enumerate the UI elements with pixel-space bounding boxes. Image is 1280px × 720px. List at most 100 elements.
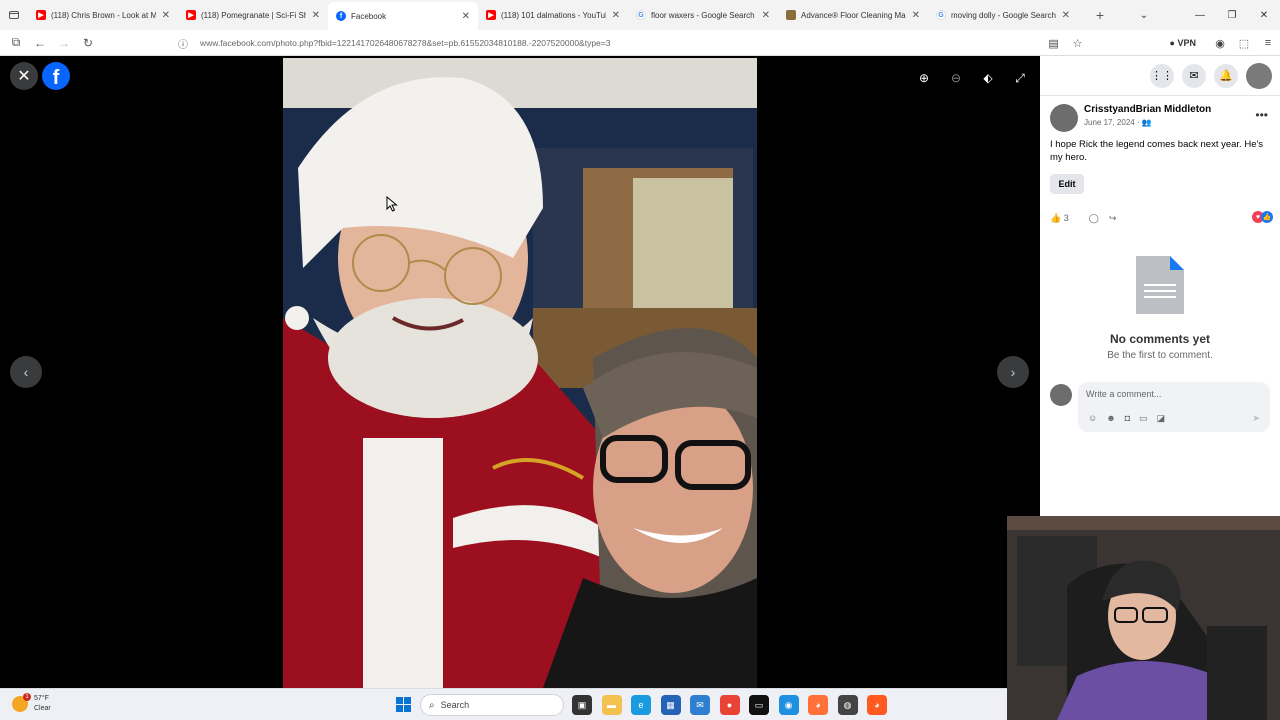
close-tab-icon[interactable]: ✕ xyxy=(612,10,620,21)
chrome-dev-icon[interactable]: ◉ xyxy=(778,695,799,715)
photo-image xyxy=(283,58,757,688)
browser-tab[interactable]: Advance® Floor Cleaning Machi... ✕ xyxy=(778,0,928,30)
photo-viewer: ✕ f ⊕ ⊖ ⬖ ⤢ ‹ › xyxy=(0,56,1040,688)
avatar-sticker-icon[interactable]: ☺ xyxy=(1088,413,1097,424)
zoom-in-icon[interactable]: ⊕ xyxy=(912,66,936,90)
like-button[interactable]: 👍 3 xyxy=(1050,213,1079,224)
profile-avatar[interactable] xyxy=(1246,62,1272,89)
edge-icon[interactable]: e xyxy=(631,695,651,715)
browser-tab[interactable]: ▶ (118) Chris Brown - Look at Me ✕ xyxy=(28,0,178,30)
previous-photo-button[interactable]: ‹ xyxy=(10,356,42,388)
close-tab-icon[interactable]: ✕ xyxy=(312,10,320,21)
photo[interactable] xyxy=(283,58,757,688)
tab-title: Facebook xyxy=(351,11,387,21)
browser-tab-active[interactable]: f Facebook ✕ xyxy=(328,2,478,30)
reader-view-icon[interactable]: ▤ xyxy=(1042,37,1066,50)
taskbar-search[interactable]: ⌕ Search xyxy=(420,694,564,716)
firefox-active-icon[interactable]: ◕ xyxy=(867,695,887,715)
address-bar[interactable]: ⓘ www.facebook.com/photo.php?fbid=122141… xyxy=(178,33,1082,53)
terminal-icon[interactable]: ▭ xyxy=(749,695,769,715)
tab-title: (118) Pomegranate | Sci-Fi Short xyxy=(201,10,306,20)
comment-input-box[interactable]: Write a comment... ☺ ☻ ◘ ▭ ◪ ➤ xyxy=(1078,382,1270,432)
close-tab-icon[interactable]: ✕ xyxy=(162,10,170,21)
browser-tab[interactable]: ▶ (118) Pomegranate | Sci-Fi Short ✕ xyxy=(178,0,328,30)
outlook-icon[interactable]: ✉ xyxy=(690,695,710,715)
like-count: 3 xyxy=(1063,212,1069,223)
taskbar: 1 57°F Clear ⌕ Search ▣ ▬ e ▦ ✉ ● ▭ ◉ ◕ … xyxy=(0,688,1007,720)
gif-icon[interactable]: ▭ xyxy=(1139,413,1148,424)
zoom-out-icon[interactable]: ⊖ xyxy=(944,66,968,90)
task-view-icon[interactable]: ▣ xyxy=(572,695,592,715)
fullscreen-icon[interactable]: ⤢ xyxy=(1008,66,1032,90)
emoji-icon[interactable]: ☻ xyxy=(1106,413,1115,424)
restore-icon[interactable]: ❐ xyxy=(1216,10,1248,21)
account-icon[interactable]: ◉ xyxy=(1208,37,1232,50)
vpn-button[interactable]: ● VPN xyxy=(1170,38,1196,48)
send-icon[interactable]: ➤ xyxy=(1252,413,1260,424)
obs-icon[interactable]: ◍ xyxy=(837,695,858,715)
post-panel: ⋮⋮ ✉ 🔔 CrisstyandBrian Middleton June 17… xyxy=(1040,56,1280,516)
post-date[interactable]: June 17, 2024 · 👥 xyxy=(1084,118,1211,127)
webcam-image xyxy=(1007,516,1280,720)
bookmark-icon[interactable]: ☆ xyxy=(1066,37,1090,50)
comment-composer: Write a comment... ☺ ☻ ◘ ▭ ◪ ➤ xyxy=(1050,382,1270,432)
tab-actions-icon[interactable] xyxy=(0,0,28,30)
extensions-icon[interactable]: ⬚ xyxy=(1232,37,1256,50)
messenger-icon[interactable]: ✉ xyxy=(1182,63,1206,88)
no-comments-subtitle: Be the first to comment. xyxy=(1107,350,1213,361)
sticker-icon[interactable]: ◪ xyxy=(1157,413,1166,424)
back-icon[interactable]: ← xyxy=(28,36,52,50)
store-icon[interactable]: ▦ xyxy=(660,695,681,715)
minimize-icon[interactable]: — xyxy=(1184,10,1216,21)
chrome-icon[interactable]: ● xyxy=(719,695,740,715)
menu-icon[interactable]: ≡ xyxy=(1256,37,1280,49)
google-icon: G xyxy=(936,10,946,20)
close-tab-icon[interactable]: ✕ xyxy=(762,10,770,21)
comment-icon[interactable]: ◯ xyxy=(1089,213,1099,224)
new-tab-icon[interactable]: + xyxy=(1088,7,1112,23)
navigation-bar: ⧉ ← → ↻ ⓘ www.facebook.com/photo.php?fbi… xyxy=(0,30,1280,56)
youtube-icon: ▶ xyxy=(486,10,496,20)
edit-button[interactable]: Edit xyxy=(1050,174,1084,194)
author-avatar[interactable] xyxy=(1050,104,1078,132)
friends-audience-icon: 👥 xyxy=(1141,118,1152,127)
document-icon xyxy=(1136,256,1184,314)
more-options-icon[interactable]: ••• xyxy=(1255,108,1268,122)
facebook-logo-icon[interactable]: f xyxy=(42,62,70,90)
close-window-icon[interactable]: ✕ xyxy=(1248,10,1280,21)
tab-list-chevron-icon[interactable]: ⌄ xyxy=(1128,10,1160,21)
site-info-icon[interactable]: ⓘ xyxy=(178,36,192,51)
camera-icon[interactable]: ◘ xyxy=(1125,413,1130,424)
file-explorer-icon[interactable]: ▬ xyxy=(601,695,622,715)
comment-input[interactable]: Write a comment... xyxy=(1086,389,1161,399)
post-actions: 👍 3 ◯ ↪ ♥ 👍 xyxy=(1040,206,1280,230)
browser-tab[interactable]: G moving dolly - Google Search ✕ xyxy=(928,0,1078,30)
share-icon[interactable]: ↪ xyxy=(1109,213,1117,224)
notifications-icon[interactable]: 🔔 xyxy=(1214,63,1238,88)
close-tab-icon[interactable]: ✕ xyxy=(912,10,920,21)
browser-tab[interactable]: ▶ (118) 101 dalmations - YouTube ✕ xyxy=(478,0,628,30)
reload-icon[interactable]: ↻ xyxy=(76,36,100,50)
firefox-icon[interactable]: ◕ xyxy=(808,695,828,715)
forward-icon[interactable]: → xyxy=(52,36,76,50)
window-controls: ⌄ — ❐ ✕ xyxy=(1128,0,1280,30)
reactions-summary[interactable]: ♥ 👍 xyxy=(1252,211,1273,223)
facebook-header-actions: ⋮⋮ ✉ 🔔 xyxy=(1040,56,1280,96)
browser-tab[interactable]: G floor waxers - Google Search ✕ xyxy=(628,0,778,30)
mouse-cursor-icon xyxy=(386,196,398,212)
start-button[interactable] xyxy=(396,697,412,713)
search-icon: ⌕ xyxy=(429,699,435,711)
author-name[interactable]: CrisstyandBrian Middleton xyxy=(1084,104,1211,115)
next-photo-button[interactable]: › xyxy=(997,356,1029,388)
post-date-text: June 17, 2024 xyxy=(1084,118,1135,127)
advance-icon xyxy=(786,10,796,20)
close-tab-icon[interactable]: ✕ xyxy=(1062,10,1070,21)
close-tab-icon[interactable]: ✕ xyxy=(462,11,470,22)
youtube-icon: ▶ xyxy=(36,10,46,20)
tag-icon[interactable]: ⬖ xyxy=(976,66,1000,90)
menu-grid-icon[interactable]: ⋮⋮ xyxy=(1150,63,1174,88)
commenter-avatar xyxy=(1050,384,1072,406)
share-window-icon[interactable]: ⧉ xyxy=(4,35,28,50)
close-viewer-button[interactable]: ✕ xyxy=(10,62,38,90)
weather-widget[interactable]: 1 57°F Clear xyxy=(12,693,51,714)
